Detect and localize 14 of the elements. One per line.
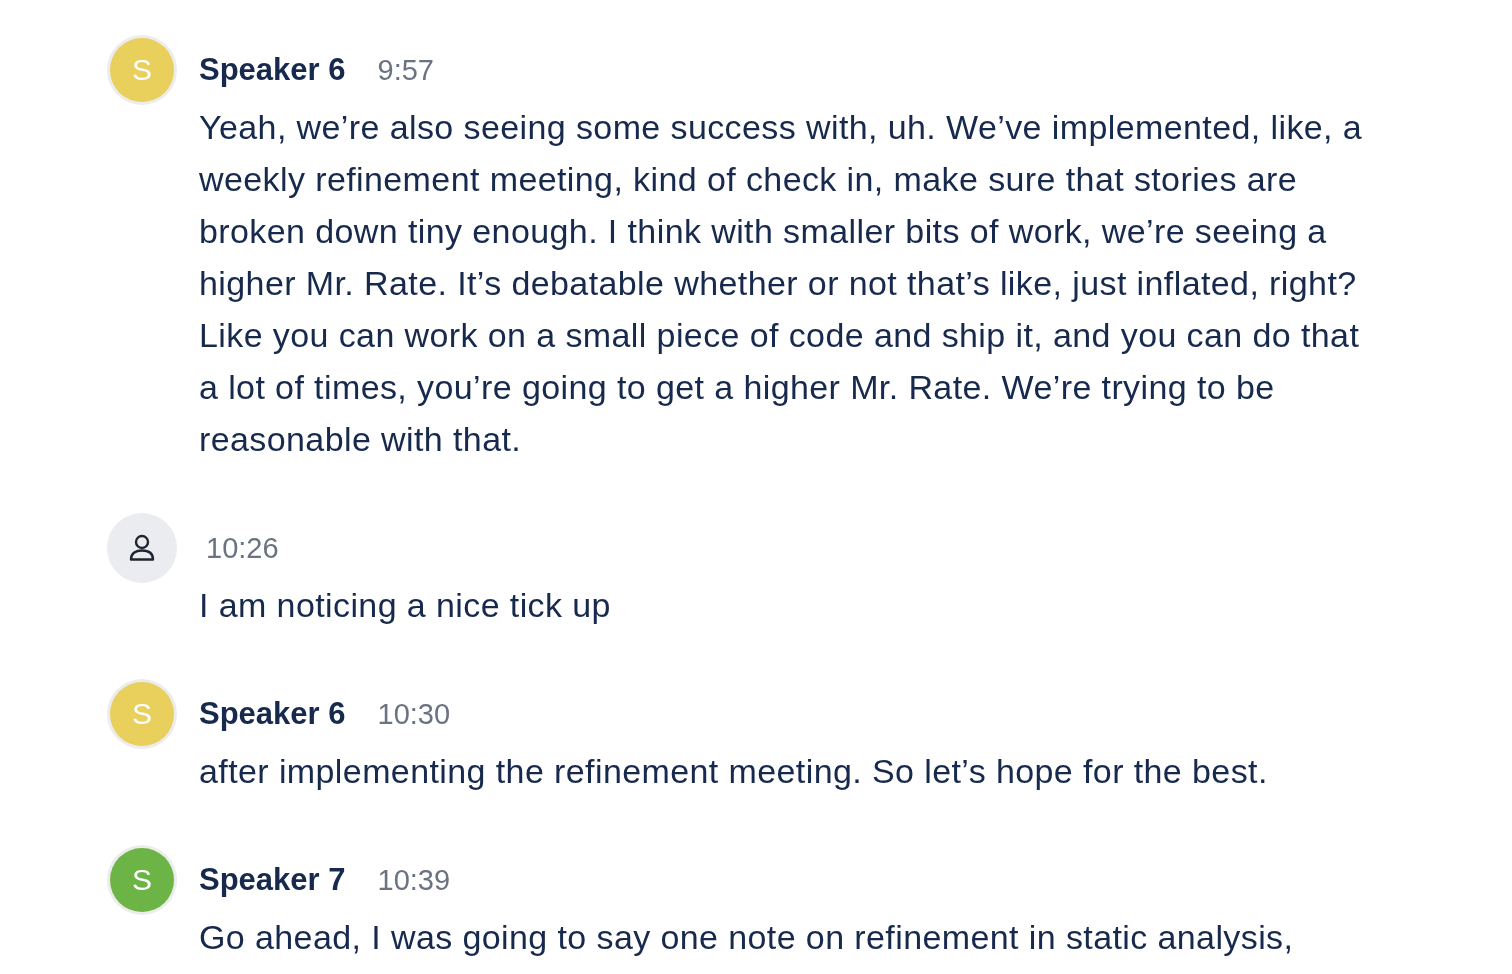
- timestamp: 10:39: [377, 863, 451, 897]
- avatar: S: [110, 38, 174, 102]
- speaker-name: Speaker 6: [199, 696, 346, 732]
- avatar: S: [110, 682, 174, 746]
- avatar: S: [110, 848, 174, 912]
- transcript-text: Yeah, we’re also seeing some success with, uh. We’ve implemented, like, a weekly refinement meeting, kind of check in, make sure that stories are broken down tiny enough. I think with smaller bits of work, we’re seeing a higher Mr. Rate. It’s debatable whether or not that’s like, just inflated, right? Like you can work on a small piece of code and ship it, and you can do that a lot of times, you’re going to get a higher Mr. Rate. We’re trying to be reasonable with that.: [199, 107, 1364, 460]
- transcript-text: Go ahead, I was going to say one note on refinement in static analysis,: [199, 917, 1295, 958]
- timestamp: 9:57: [377, 53, 434, 87]
- speaker-name: Speaker 6: [199, 52, 346, 88]
- timestamp: 10:30: [377, 697, 451, 731]
- timestamp: 10:26: [205, 531, 279, 565]
- speaker-name: Speaker 7: [199, 862, 346, 898]
- transcript-text: after implementing the refinement meeting. So let’s hope for the best.: [199, 751, 1269, 792]
- transcript-text: I am noticing a nice tick up: [199, 585, 612, 626]
